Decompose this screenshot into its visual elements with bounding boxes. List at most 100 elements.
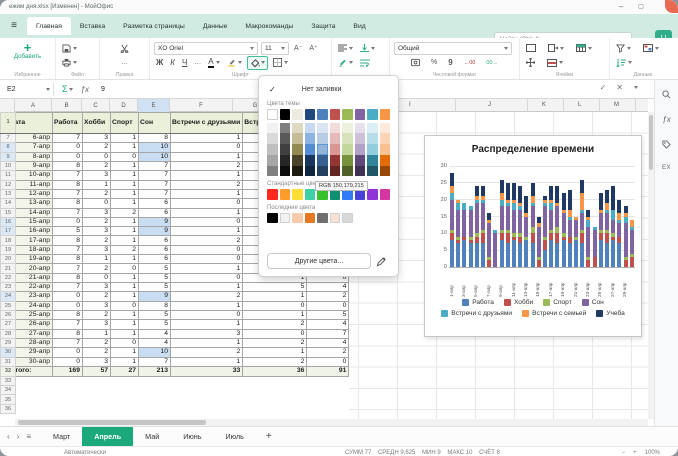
value-cell[interactable]: 5 <box>139 264 171 273</box>
value-cell[interactable]: 0 <box>111 301 139 310</box>
column-header-I[interactable]: I <box>409 99 411 112</box>
value-cell[interactable]: 1 <box>111 134 139 143</box>
tint-color-swatch[interactable] <box>317 123 328 134</box>
value-cell[interactable]: 1 <box>111 217 139 226</box>
font-more-button[interactable]: … <box>192 58 203 67</box>
underline-button[interactable]: Ч <box>180 57 189 68</box>
value-cell[interactable]: 3 <box>83 357 111 366</box>
date-cell[interactable]: 11-апр <box>16 180 53 189</box>
increase-decimal-button[interactable]: 00→ <box>484 59 500 67</box>
font-size-select[interactable]: 11 <box>261 42 289 55</box>
recent-color-swatch[interactable] <box>280 213 291 224</box>
value-cell[interactable]: 0 <box>243 329 307 338</box>
tint-color-swatch[interactable] <box>305 144 316 155</box>
value-cell[interactable]: 1 <box>171 357 243 366</box>
value-cell[interactable]: 10 <box>139 152 171 161</box>
sheet-tab-5[interactable]: Июль <box>214 427 256 447</box>
value-cell[interactable]: 1 <box>111 227 139 236</box>
currency-format-button[interactable] <box>409 57 422 68</box>
value-cell[interactable]: 7 <box>139 189 171 198</box>
row-number[interactable]: 32 <box>1 366 16 376</box>
value-cell[interactable]: 0 <box>53 301 83 310</box>
value-cell[interactable]: 7 <box>53 134 83 143</box>
tint-color-swatch[interactable] <box>380 166 391 177</box>
value-cell[interactable]: 8 <box>53 310 83 319</box>
value-cell[interactable]: 7 <box>53 264 83 273</box>
theme-color-swatch[interactable] <box>342 109 353 120</box>
column-header-J[interactable]: J <box>488 99 491 112</box>
tint-color-swatch[interactable] <box>292 144 303 155</box>
value-cell[interactable]: 0 <box>83 199 111 208</box>
tint-color-swatch[interactable] <box>292 155 303 166</box>
value-cell[interactable]: 4 <box>139 338 171 347</box>
menu-tab-7[interactable]: Вид <box>344 17 374 35</box>
next-sheet-icon[interactable]: › <box>17 432 20 441</box>
highlight-button[interactable] <box>225 57 244 68</box>
value-cell[interactable]: 7 <box>139 180 171 189</box>
value-cell[interactable]: 2 <box>243 338 307 347</box>
date-cell[interactable]: 25-апр <box>16 310 53 319</box>
recent-color-swatch[interactable] <box>330 213 341 224</box>
value-cell[interactable]: 8 <box>53 273 83 282</box>
value-cell[interactable]: 2 <box>171 236 243 245</box>
value-cell[interactable]: 2 <box>171 180 243 189</box>
sheet-tab-4[interactable]: Июнь <box>171 427 213 447</box>
value-cell[interactable]: 3 <box>83 208 111 217</box>
tint-color-swatch[interactable] <box>317 155 328 166</box>
value-cell[interactable]: 7 <box>139 357 171 366</box>
date-cell[interactable]: 12-апр <box>16 189 53 198</box>
tint-color-swatch[interactable] <box>267 144 278 155</box>
value-cell[interactable]: 1 <box>171 152 243 161</box>
value-cell[interactable]: 2 <box>111 245 139 254</box>
recent-color-swatch[interactable] <box>305 213 316 224</box>
eyedropper-button[interactable] <box>372 253 390 269</box>
date-cell[interactable]: 23-апр <box>16 292 53 301</box>
standard-color-swatch[interactable] <box>380 189 391 200</box>
tint-color-swatch[interactable] <box>280 133 291 144</box>
empty-cells[interactable] <box>16 404 349 413</box>
tint-color-swatch[interactable] <box>292 166 303 177</box>
header-cell[interactable]: дата <box>16 113 53 134</box>
row-number[interactable]: 7 <box>1 134 16 143</box>
delete-row-button[interactable] <box>545 58 565 68</box>
tint-color-swatch[interactable] <box>267 166 278 177</box>
tint-color-swatch[interactable] <box>267 133 278 144</box>
prev-sheet-icon[interactable]: ‹ <box>7 432 10 441</box>
value-cell[interactable]: 2 <box>83 217 111 226</box>
standard-color-swatch[interactable] <box>342 189 353 200</box>
column-header-K[interactable]: K <box>542 99 546 112</box>
value-cell[interactable]: 1 <box>171 338 243 347</box>
formula-bar-expand-icon[interactable] <box>634 86 638 89</box>
tint-color-swatch[interactable] <box>317 166 328 177</box>
recent-color-swatch[interactable] <box>342 213 353 224</box>
tint-color-swatch[interactable] <box>330 166 341 177</box>
value-cell[interactable]: 1 <box>171 264 243 273</box>
tint-color-swatch[interactable] <box>280 166 291 177</box>
zoom-in-button[interactable]: + <box>633 450 637 456</box>
horizontal-scrollbar[interactable] <box>15 419 648 426</box>
search-icon[interactable] <box>662 90 671 99</box>
add-favorite-button[interactable]: + Добавить <box>14 42 41 60</box>
value-cell[interactable]: 10 <box>139 348 171 357</box>
cut-button[interactable] <box>118 43 131 54</box>
tint-color-swatch[interactable] <box>330 144 341 155</box>
header-cell[interactable]: Сон <box>139 113 171 134</box>
date-cell[interactable]: 21-апр <box>16 273 53 282</box>
theme-color-swatch[interactable] <box>267 109 278 120</box>
tint-color-swatch[interactable] <box>367 123 378 134</box>
tint-color-swatch[interactable] <box>292 133 303 144</box>
value-cell[interactable]: 1 <box>171 227 243 236</box>
value-cell[interactable]: 1 <box>111 273 139 282</box>
tint-color-swatch[interactable] <box>380 144 391 155</box>
zoom-out-button[interactable]: − <box>622 450 626 456</box>
sort-button[interactable] <box>614 58 634 68</box>
menu-tab-5[interactable]: Макрокоманды <box>236 17 302 35</box>
close-button[interactable] <box>665 0 678 13</box>
standard-color-swatch[interactable] <box>317 189 328 200</box>
value-cell[interactable]: 8 <box>53 199 83 208</box>
header-cell[interactable]: Хобби <box>83 113 111 134</box>
value-cell[interactable]: 1 <box>171 283 243 292</box>
value-cell[interactable]: 9 <box>139 227 171 236</box>
functions-icon[interactable]: ƒx <box>662 115 670 124</box>
value-cell[interactable]: 5 <box>139 283 171 292</box>
